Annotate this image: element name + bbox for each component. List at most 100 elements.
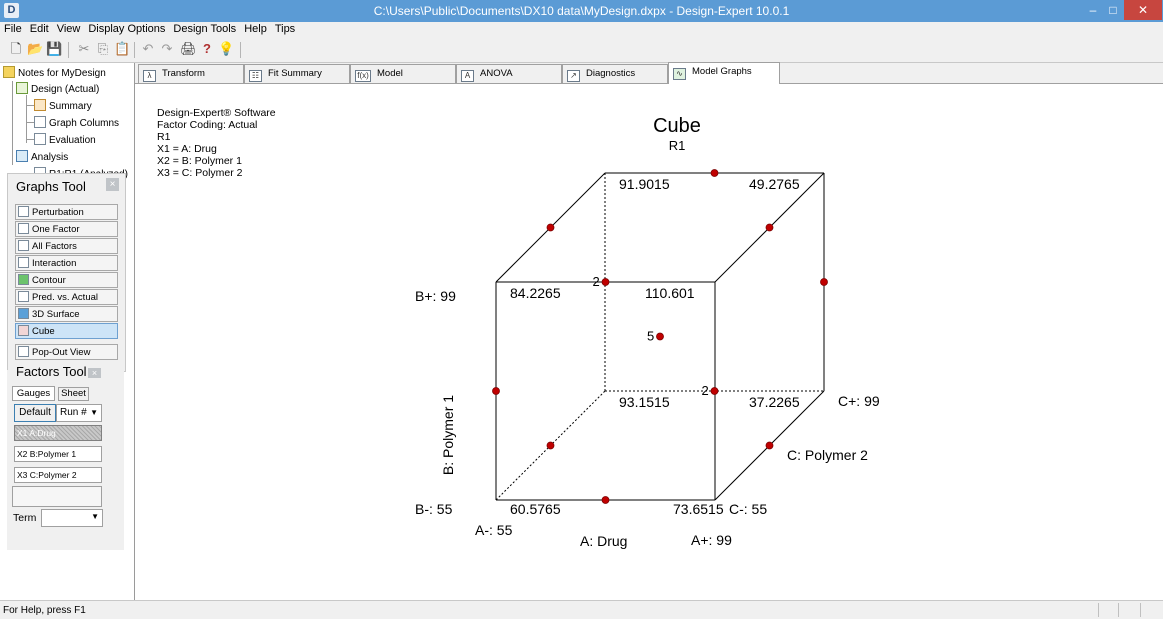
maximize-button[interactable]: □ bbox=[1106, 0, 1120, 20]
window-title: C:\Users\Public\Documents\DX10 data\MyDe… bbox=[373, 4, 790, 18]
perturbation-button[interactable]: Perturbation bbox=[15, 204, 118, 220]
chevron-down-icon: ▼ bbox=[91, 512, 99, 521]
corner-value-label: 60.5765 bbox=[510, 501, 561, 517]
tab-sheet[interactable]: Sheet bbox=[58, 387, 89, 401]
corner-value-label: 73.6515 bbox=[673, 501, 724, 517]
magnifier-icon bbox=[34, 133, 46, 145]
close-button[interactable]: ✕ bbox=[1124, 0, 1162, 20]
factor-gauge-c[interactable]: X3 C:Polymer 2 bbox=[14, 467, 102, 483]
graphs-tool-close-button[interactable]: × bbox=[106, 178, 119, 191]
title-bar: D C:\Users\Public\Documents\DX10 data\My… bbox=[0, 0, 1163, 22]
factor-gauge-a[interactable]: X1 A:Drug bbox=[14, 425, 102, 441]
graph-area: Design-Expert® Software Factor Coding: A… bbox=[135, 83, 1163, 601]
contour-button[interactable]: Contour bbox=[15, 272, 118, 288]
surface-icon bbox=[18, 308, 29, 319]
axis-c-high-label: C+: 99 bbox=[838, 393, 880, 409]
tree-item-evaluation[interactable]: Evaluation bbox=[34, 133, 96, 148]
pred-vs-actual-button[interactable]: Pred. vs. Actual bbox=[15, 289, 118, 305]
tree-item-analysis[interactable]: Analysis bbox=[16, 150, 68, 165]
tab-gauges[interactable]: Gauges bbox=[12, 386, 55, 401]
corner-value-label: 84.2265 bbox=[510, 285, 561, 301]
new-file-icon[interactable]: 🗋 bbox=[8, 41, 24, 57]
design-point bbox=[656, 332, 664, 341]
menu-file[interactable]: File bbox=[0, 22, 26, 35]
design-point bbox=[710, 169, 719, 177]
axis-c-label: C: Polymer 2 bbox=[787, 447, 868, 463]
scatter-icon bbox=[18, 291, 29, 302]
chevron-down-icon: ▼ bbox=[90, 408, 98, 417]
tab-model[interactable]: f(x) Model bbox=[350, 64, 456, 83]
table-icon: ☷ bbox=[249, 70, 262, 82]
undo-icon[interactable]: ↶ bbox=[140, 41, 156, 57]
anova-icon: A bbox=[461, 70, 474, 82]
graphs-tool-panel: Graphs Tool × Perturbation One Factor Al… bbox=[7, 173, 126, 372]
menu-help[interactable]: Help bbox=[240, 22, 271, 35]
3d-surface-button[interactable]: 3D Surface bbox=[15, 306, 118, 322]
perturbation-icon bbox=[18, 206, 29, 217]
summary-icon bbox=[34, 99, 46, 111]
tab-diagnostics[interactable]: ↗ Diagnostics bbox=[562, 64, 668, 83]
default-button[interactable]: Default bbox=[14, 404, 56, 422]
print-icon[interactable]: 🖨 bbox=[180, 41, 197, 57]
axis-a-high-label: A+: 99 bbox=[691, 532, 732, 548]
design-point bbox=[601, 496, 610, 504]
tree-item-summary[interactable]: Summary bbox=[34, 99, 92, 114]
menu-view[interactable]: View bbox=[53, 22, 85, 35]
term-select[interactable]: ▼ bbox=[41, 509, 103, 527]
cube-plot: CubeR1 60.5765 73.6515 84.2265 110.601 93.151… bbox=[415, 115, 880, 549]
cut-icon[interactable]: ✂ bbox=[76, 41, 92, 57]
help-icon[interactable]: ? bbox=[199, 41, 215, 57]
menu-tips[interactable]: Tips bbox=[271, 22, 299, 35]
tab-fit-summary[interactable]: ☷ Fit Summary bbox=[244, 64, 350, 83]
tab-anova[interactable]: A ANOVA bbox=[456, 64, 562, 83]
interaction-button[interactable]: Interaction bbox=[15, 255, 118, 271]
folder-icon bbox=[3, 66, 15, 78]
tree-item-design[interactable]: Design (Actual) bbox=[16, 82, 99, 97]
redo-icon[interactable]: ↷ bbox=[159, 41, 175, 57]
cube-button[interactable]: Cube bbox=[15, 323, 118, 339]
axis-b-label: B: Polymer 1 bbox=[440, 395, 456, 475]
design-point bbox=[765, 441, 774, 450]
cube-subtitle: R1 bbox=[669, 138, 686, 153]
factors-tool-panel: Factors Tool × Gauges Sheet Default Run … bbox=[7, 366, 124, 550]
corner-value-label: 110.601 bbox=[645, 285, 695, 301]
tab-transform[interactable]: λ Transform bbox=[138, 64, 244, 83]
design-point bbox=[710, 387, 719, 395]
axis-a-low-label: A-: 55 bbox=[475, 522, 513, 538]
tip-bulb-icon[interactable]: 💡 bbox=[218, 41, 234, 57]
axis-b-high-label: B+: 99 bbox=[415, 288, 456, 304]
tree-item-graph-columns[interactable]: Graph Columns bbox=[34, 116, 119, 131]
factors-tool-title: Factors Tool bbox=[16, 366, 87, 377]
factor-gauge-empty bbox=[12, 486, 102, 507]
paste-icon[interactable]: 📋 bbox=[114, 41, 130, 57]
all-factors-icon bbox=[18, 240, 29, 251]
corner-value-label: 91.9015 bbox=[619, 176, 670, 192]
copy-icon[interactable]: ⎘ bbox=[95, 41, 111, 57]
cube-title: Cube bbox=[653, 115, 701, 137]
menu-edit[interactable]: Edit bbox=[26, 22, 53, 35]
open-folder-icon[interactable]: 📂 bbox=[27, 41, 43, 57]
one-factor-button[interactable]: One Factor bbox=[15, 221, 118, 237]
graphs-tool-title: Graphs Tool bbox=[16, 179, 86, 194]
axis-b-low-label: B-: 55 bbox=[415, 501, 453, 517]
tab-model-graphs[interactable]: ∿ Model Graphs bbox=[668, 62, 780, 84]
design-point-count-label: 2 bbox=[593, 274, 600, 289]
design-point bbox=[546, 441, 555, 450]
status-bar: For Help, press F1 bbox=[0, 600, 1163, 619]
graph-icon bbox=[34, 116, 46, 128]
menu-design-tools[interactable]: Design Tools bbox=[169, 22, 240, 35]
factor-gauge-b[interactable]: X2 B:Polymer 1 bbox=[14, 446, 102, 462]
factors-tool-close-button[interactable]: × bbox=[88, 368, 101, 378]
minimize-button[interactable]: – bbox=[1080, 0, 1106, 20]
menu-display-options[interactable]: Display Options bbox=[84, 22, 169, 35]
design-point-count-label: 5 bbox=[647, 329, 654, 344]
save-icon[interactable]: 💾 bbox=[46, 41, 62, 57]
axis-c-low-label: C-: 55 bbox=[729, 501, 767, 517]
tree-item-notes[interactable]: Notes for MyDesign bbox=[3, 66, 106, 81]
all-factors-button[interactable]: All Factors bbox=[15, 238, 118, 254]
transform-icon: λ bbox=[143, 70, 156, 82]
design-point bbox=[546, 223, 555, 232]
pop-out-view-button[interactable]: Pop-Out View bbox=[15, 344, 118, 360]
run-select[interactable]: Run # ▼ bbox=[56, 404, 102, 422]
one-factor-icon bbox=[18, 223, 29, 234]
